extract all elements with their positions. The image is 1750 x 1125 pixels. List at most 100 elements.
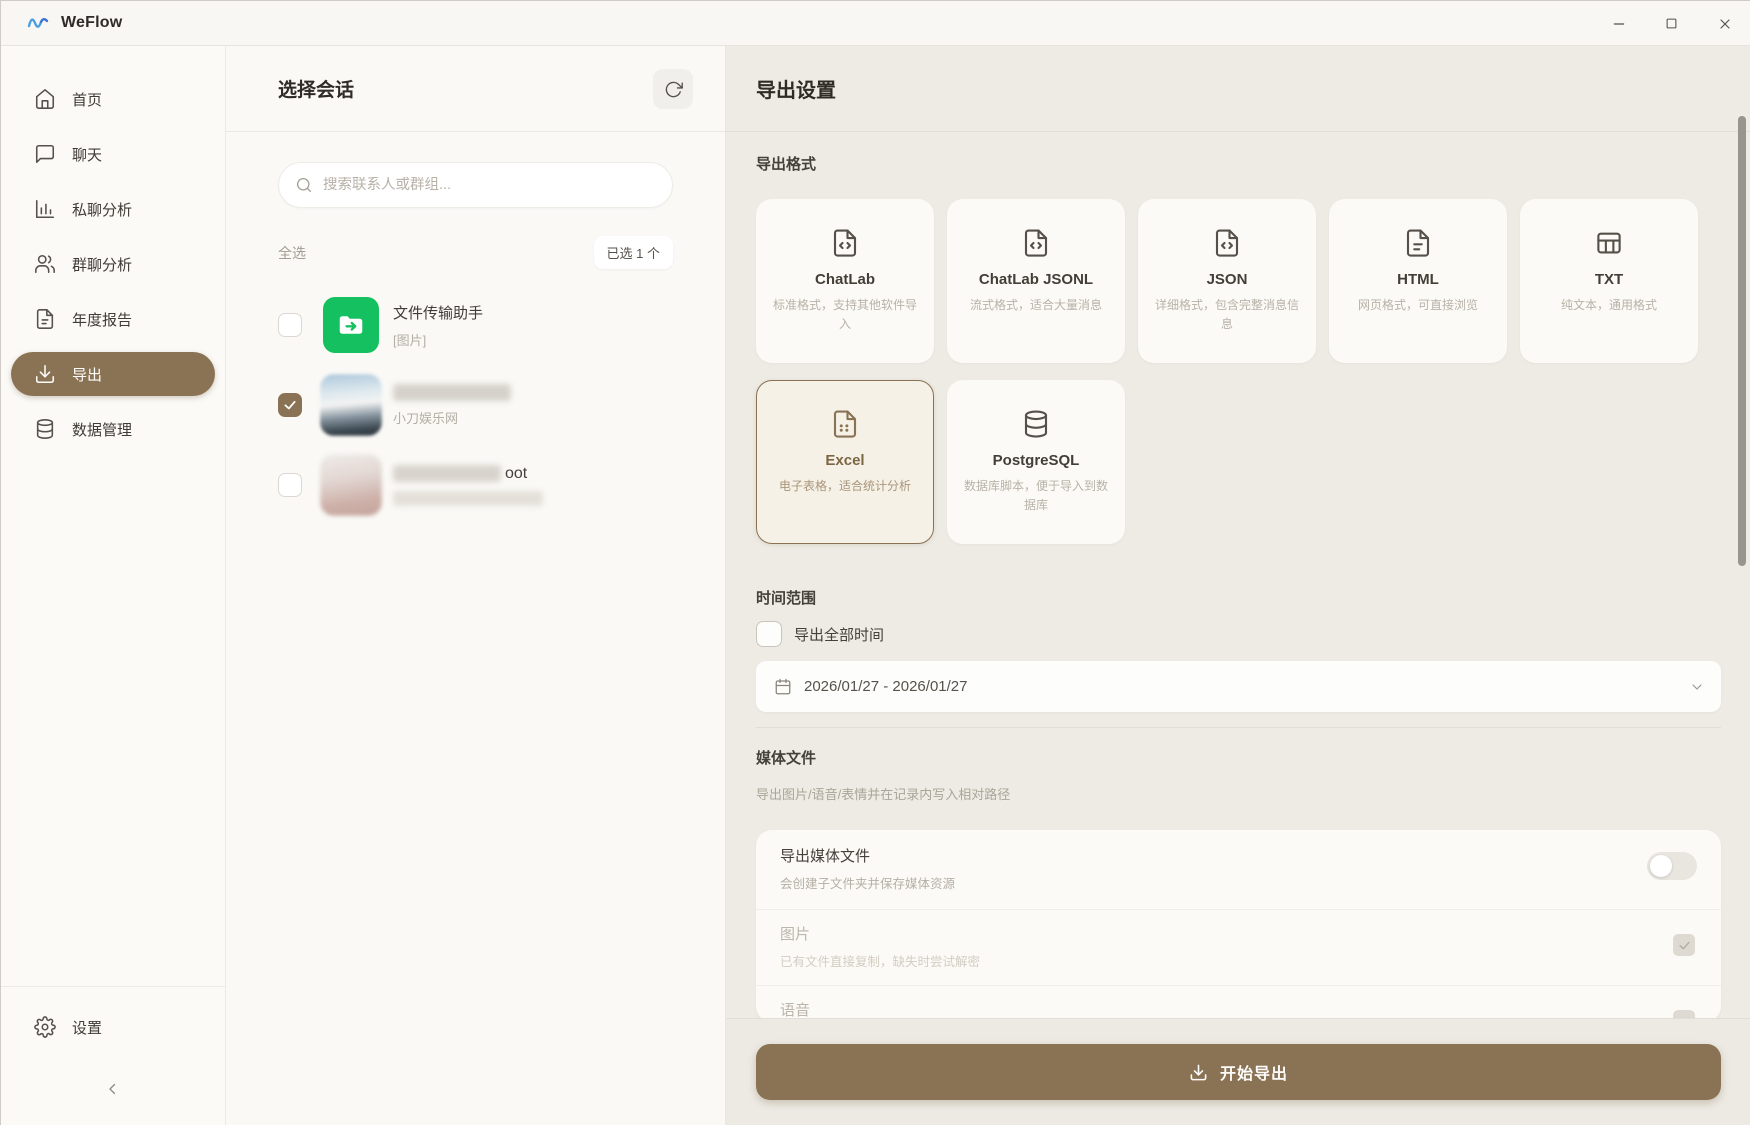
sidebar-item-label: 设置 [72, 1017, 102, 1038]
format-name: Excel [825, 452, 864, 469]
file-text-icon [1403, 228, 1433, 258]
format-card-postgresql[interactable]: PostgreSQL 数据库脚本，便于导入到数据库 [947, 380, 1125, 544]
chevron-left-icon [104, 1080, 122, 1098]
sidebar-item-chat[interactable]: 聊天 [11, 132, 215, 176]
format-card-json[interactable]: JSON 详细格式，包含完整消息信息 [1138, 199, 1316, 363]
report-icon [34, 308, 56, 330]
search-input[interactable] [323, 177, 656, 193]
format-desc: 标准格式，支持其他软件导入 [769, 296, 921, 333]
scrollbar[interactable] [1738, 116, 1746, 566]
media-options-card: 导出媒体文件 会创建子文件夹并保存媒体资源 图片 已有文件直接复制，缺失时尝试解… [756, 830, 1721, 1018]
sidebar-item-private-analysis[interactable]: 私聊分析 [11, 187, 215, 231]
export-settings-panel: 导出设置 导出格式 ChatLab 标准格式，支持其他软件导入 ChatLab … [726, 46, 1750, 1125]
sidebar-item-label: 聊天 [72, 144, 102, 165]
file-transfer-avatar-icon [323, 297, 379, 353]
export-panel-title: 导出设置 [756, 74, 836, 103]
format-card-chatlab-jsonl[interactable]: ChatLab JSONL 流式格式，适合大量消息 [947, 199, 1125, 363]
sidebar-item-label: 年度报告 [72, 309, 132, 330]
blurred-conversation-name [393, 384, 511, 401]
sidebar-item-label: 群聊分析 [72, 254, 132, 275]
bar-chart-icon [34, 198, 56, 220]
conversation-checkbox[interactable] [278, 473, 302, 497]
sidebar-item-data-management[interactable]: 数据管理 [11, 407, 215, 451]
media-files-subtitle: 导出图片/语音/表情并在记录内写入相对路径 [756, 784, 1721, 803]
collapse-sidebar-button[interactable] [1, 1080, 225, 1098]
format-name: TXT [1595, 271, 1623, 288]
export-media-title: 导出媒体文件 [780, 845, 1697, 866]
format-card-excel[interactable]: Excel 电子表格，适合统计分析 [756, 380, 934, 544]
file-code-icon [1212, 228, 1242, 258]
media-voice-checkbox [1673, 1010, 1695, 1018]
format-card-txt[interactable]: TXT 纯文本，通用格式 [1520, 199, 1698, 363]
sidebar: 首页 聊天 私聊分析 群聊分析 年度报告 [1, 46, 226, 1125]
conversation-checkbox[interactable] [278, 393, 302, 417]
format-desc: 详细格式，包含完整消息信息 [1151, 296, 1303, 333]
weflow-logo-icon [27, 14, 51, 32]
conversation-preview: [图片] [393, 330, 483, 349]
sidebar-item-export[interactable]: 导出 [11, 352, 215, 396]
file-code-icon [830, 228, 860, 258]
maximize-button[interactable] [1645, 1, 1698, 46]
export-footer: 开始导出 [726, 1018, 1750, 1125]
title-bar: WeFlow [1, 1, 1750, 46]
selected-count-badge: 已选 1 个 [594, 236, 673, 269]
export-media-row: 导出媒体文件 会创建子文件夹并保存媒体资源 [756, 830, 1721, 909]
export-media-toggle[interactable] [1647, 852, 1697, 880]
conversation-checkbox[interactable] [278, 313, 302, 337]
search-icon [295, 176, 313, 194]
format-name: ChatLab [815, 271, 875, 288]
media-image-subtitle: 已有文件直接复制，缺失时尝试解密 [780, 951, 1697, 970]
home-icon [34, 88, 56, 110]
database-icon [34, 418, 56, 440]
conversation-row[interactable]: oot [226, 445, 725, 525]
sidebar-item-annual-report[interactable]: 年度报告 [11, 297, 215, 341]
select-all-label[interactable]: 全选 [278, 243, 306, 263]
export-media-subtitle: 会创建子文件夹并保存媒体资源 [780, 873, 1697, 892]
date-range-field[interactable]: 2026/01/27 - 2026/01/27 [756, 661, 1721, 712]
refresh-button[interactable] [653, 69, 693, 109]
blurred-conversation-name [393, 465, 501, 482]
sidebar-item-label: 数据管理 [72, 419, 132, 440]
media-image-row: 图片 已有文件直接复制，缺失时尝试解密 [756, 909, 1721, 985]
all-time-label: 导出全部时间 [794, 624, 884, 645]
start-export-label: 开始导出 [1220, 1060, 1288, 1084]
export-format-label: 导出格式 [756, 153, 1721, 174]
format-name: JSON [1207, 271, 1248, 288]
toggle-knob [1650, 855, 1672, 877]
minimize-button[interactable] [1592, 1, 1645, 46]
table-icon [1594, 228, 1624, 258]
sidebar-item-settings[interactable]: 设置 [11, 1005, 215, 1049]
close-button[interactable] [1698, 1, 1750, 46]
format-desc: 网页格式，可直接浏览 [1358, 296, 1478, 315]
sidebar-item-label: 导出 [72, 364, 102, 385]
sidebar-item-group-analysis[interactable]: 群聊分析 [11, 242, 215, 286]
all-time-checkbox[interactable] [756, 621, 782, 647]
start-export-button[interactable]: 开始导出 [756, 1044, 1721, 1100]
sidebar-item-home[interactable]: 首页 [11, 77, 215, 121]
format-desc: 电子表格，适合统计分析 [779, 477, 911, 496]
conversation-row[interactable]: 文件传输助手 [图片] [226, 285, 725, 365]
download-icon [34, 363, 56, 385]
format-name: ChatLab JSONL [979, 271, 1093, 288]
chat-icon [34, 143, 56, 165]
conversation-row[interactable]: 小刀娱乐网 [226, 365, 725, 445]
calendar-icon [774, 678, 792, 696]
section-divider [756, 727, 1721, 728]
chevron-down-icon [1689, 679, 1705, 695]
format-desc: 纯文本，通用格式 [1561, 296, 1657, 315]
format-name: PostgreSQL [993, 452, 1080, 469]
sidebar-item-label: 私聊分析 [72, 199, 132, 220]
gear-icon [34, 1016, 56, 1038]
time-range-label: 时间范围 [756, 587, 1721, 608]
session-panel: 选择会话 全选 已选 1 个 [226, 46, 726, 1125]
format-card-html[interactable]: HTML 网页格式，可直接浏览 [1329, 199, 1507, 363]
format-card-chatlab[interactable]: ChatLab 标准格式，支持其他软件导入 [756, 199, 934, 363]
app-title: WeFlow [61, 14, 122, 32]
media-files-label: 媒体文件 [756, 747, 1721, 768]
conversation-name: 文件传输助手 [393, 302, 483, 323]
session-panel-title: 选择会话 [278, 75, 354, 102]
format-desc: 流式格式，适合大量消息 [970, 296, 1102, 315]
format-name: HTML [1397, 271, 1439, 288]
sidebar-item-label: 首页 [72, 89, 102, 110]
search-box[interactable] [278, 162, 673, 208]
